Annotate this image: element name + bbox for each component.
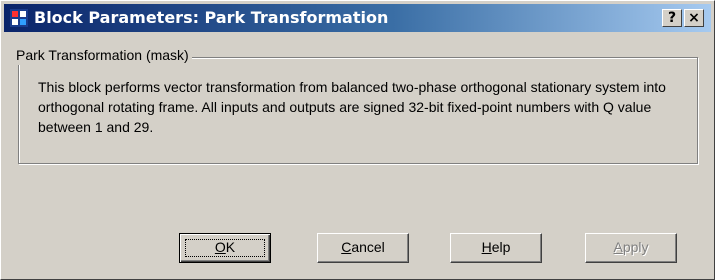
group-legend: Park Transformation (mask) bbox=[13, 45, 192, 65]
ok-label: OK bbox=[214, 239, 236, 255]
help-label: Help bbox=[481, 239, 511, 255]
close-icon[interactable]: × bbox=[684, 9, 704, 27]
dialog-window: Block Parameters: Park Transformation ? … bbox=[0, 0, 715, 280]
title-bar[interactable]: Block Parameters: Park Transformation ? … bbox=[4, 4, 711, 32]
apply-button[interactable]: Apply bbox=[585, 233, 677, 263]
ok-button[interactable]: OK bbox=[179, 233, 271, 263]
apply-label: Apply bbox=[613, 239, 649, 255]
cancel-label: Cancel bbox=[341, 239, 385, 255]
window-title: Block Parameters: Park Transformation bbox=[34, 8, 389, 27]
help-icon[interactable]: ? bbox=[662, 9, 682, 27]
help-button[interactable]: Help bbox=[450, 233, 542, 263]
simulink-block-icon bbox=[10, 9, 28, 27]
cancel-button[interactable]: Cancel bbox=[317, 233, 409, 263]
mask-description-text: This block performs vector transformatio… bbox=[38, 79, 666, 135]
